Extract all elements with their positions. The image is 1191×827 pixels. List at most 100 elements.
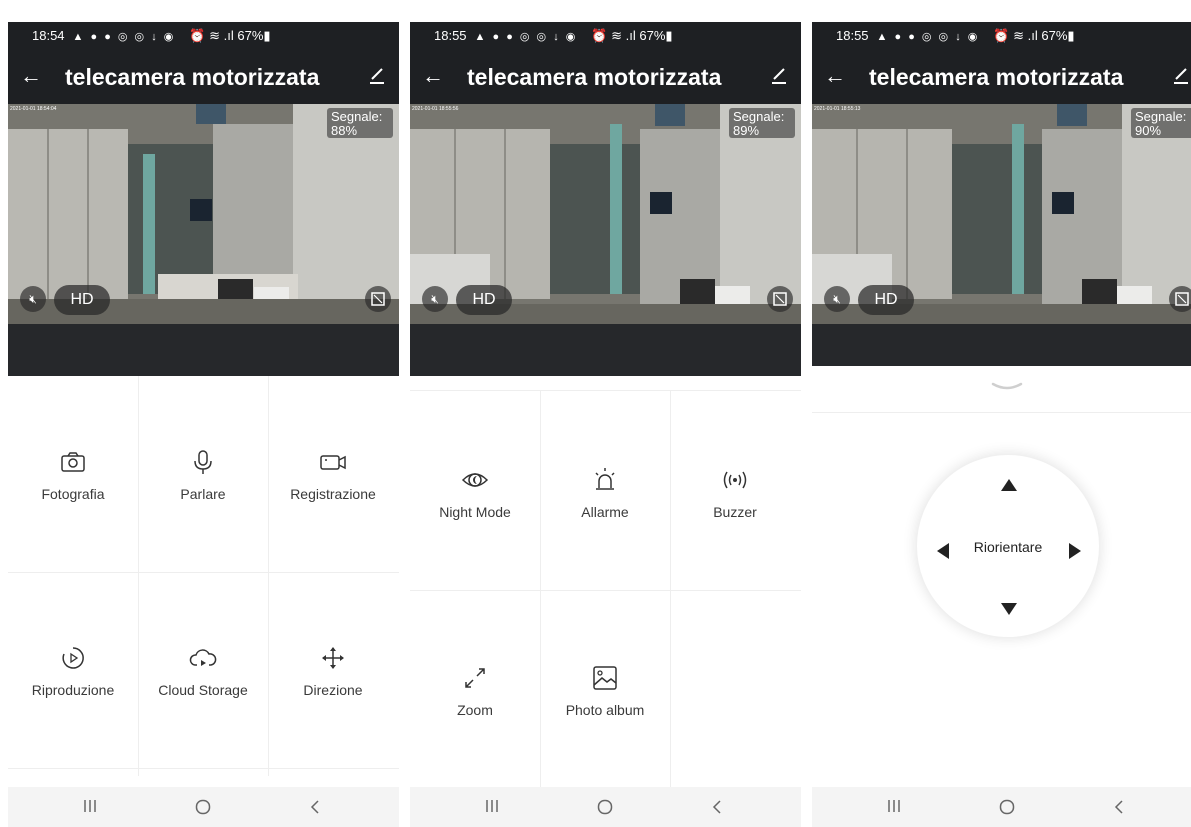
page-title: telecamera motorizzata (65, 64, 320, 90)
control-label: Night Mode (439, 504, 511, 520)
control-label: Buzzer (713, 504, 757, 520)
microphone-icon (189, 448, 217, 476)
grid-divider (138, 376, 139, 776)
control-label: Registrazione (290, 486, 376, 502)
hd-quality-button[interactable]: HD (456, 285, 512, 315)
control-grid: Night Mode Allarme Buzzer Zoom Photo alb… (410, 376, 801, 787)
camera-live-view[interactable]: 2021-01-01 18:55:13 Segnale: 90% 🔇︎ HD (812, 104, 1191, 324)
ptz-direction-pad: Riorientare (916, 454, 1100, 638)
control-photo-album[interactable]: Photo album (540, 664, 670, 718)
arrow-up-icon[interactable] (997, 473, 1021, 497)
control-buzzer[interactable]: Buzzer (670, 466, 800, 520)
back-arrow-icon[interactable]: ← (20, 62, 42, 90)
panel-divider (812, 412, 1191, 413)
video-bottom-strip (8, 324, 399, 376)
status-bar: 18:55 ▲ ● ● ◎ ◎ ↓ ◉ ⏰ ≋ .ıl 67%▮ (410, 22, 801, 50)
direction-icon (319, 644, 347, 672)
control-direzione[interactable]: Direzione (268, 644, 398, 698)
recent-apps-icon[interactable] (472, 787, 512, 827)
control-allarme[interactable]: Allarme (540, 466, 670, 520)
signal-text: Segnale: 89% (733, 109, 785, 138)
playback-icon (59, 644, 87, 672)
control-parlare[interactable]: Parlare (138, 448, 268, 502)
battery-status: ⏰ ≋ .ıl 67%▮ (993, 28, 1075, 43)
control-label: Parlare (180, 486, 226, 502)
video-timestamp: 2021-01-01 18:55:13 (814, 106, 861, 112)
android-nav-bar (812, 787, 1191, 827)
signal-text: Segnale: 88% (331, 109, 383, 138)
status-icons: ▲ ● ● ◎ ◎ ↓ ◉ (474, 31, 578, 43)
photo-album-icon (591, 664, 619, 692)
alarm-icon (591, 466, 619, 494)
fullscreen-icon[interactable] (767, 286, 793, 312)
control-label: Riproduzione (31, 682, 115, 698)
status-time: 18:55 (434, 28, 467, 43)
control-fotografia[interactable]: Fotografia (8, 448, 138, 502)
nav-back-icon[interactable] (295, 787, 335, 827)
control-night-mode[interactable]: Night Mode (410, 466, 540, 520)
control-grid: Fotografia Parlare Registrazione Riprodu… (8, 376, 399, 787)
status-icons: ▲ ● ● ◎ ◎ ↓ ◉ (72, 31, 176, 43)
control-label: Direzione (303, 682, 363, 698)
signal-strength: Segnale: 90% (1131, 108, 1191, 138)
fullscreen-icon[interactable] (1169, 286, 1191, 312)
video-bottom-strip (812, 324, 1191, 366)
recent-apps-icon[interactable] (874, 787, 914, 827)
buzzer-icon (721, 466, 749, 494)
phone-screen-1: 18:54 ▲ ● ● ◎ ◎ ↓ ◉ ⏰ ≋ .ıl 67%▮ ← telecam… (8, 0, 399, 827)
hd-quality-button[interactable]: HD (54, 285, 110, 315)
app-header: ← telecamera motorizzata (410, 50, 801, 104)
camera-live-view[interactable]: 2021-01-01 18:55:56 Segnale: 89% 🔇︎ HD (410, 104, 801, 324)
recent-apps-icon[interactable] (70, 787, 110, 827)
grid-divider (8, 768, 399, 769)
video-bottom-strip (410, 324, 801, 376)
speaker-mute-icon[interactable]: 🔇︎ (20, 286, 46, 312)
status-icons: ▲ ● ● ◎ ◎ ↓ ◉ (876, 31, 980, 43)
video-timestamp: 2021-01-01 18:55:56 (412, 106, 459, 112)
nav-back-icon[interactable] (697, 787, 737, 827)
control-label: Zoom (457, 702, 493, 718)
control-zoom[interactable]: Zoom (410, 664, 540, 718)
android-nav-bar (8, 787, 399, 827)
battery-status: ⏰ ≋ .ıl 67%▮ (591, 28, 673, 43)
home-icon[interactable] (183, 787, 223, 827)
camera-icon (59, 448, 87, 476)
hd-quality-button[interactable]: HD (858, 285, 914, 315)
signal-strength: Segnale: 89% (729, 108, 795, 138)
nav-back-icon[interactable] (1099, 787, 1139, 827)
phone-screen-2: 18:55 ▲ ● ● ◎ ◎ ↓ ◉ ⏰ ≋ .ıl 67%▮ ← telecam… (410, 0, 801, 827)
edit-pencil-icon[interactable] (771, 66, 787, 84)
grid-divider (410, 590, 801, 591)
signal-text: Segnale: 90% (1135, 109, 1187, 138)
control-label: Fotografia (41, 486, 105, 502)
home-icon[interactable] (987, 787, 1027, 827)
control-cloud-storage[interactable]: Cloud Storage (138, 644, 268, 698)
android-nav-bar (410, 787, 801, 827)
control-registrazione[interactable]: Registrazione (268, 448, 398, 502)
collapse-chevron-icon[interactable] (987, 378, 1027, 398)
back-arrow-icon[interactable]: ← (824, 62, 846, 90)
status-bar: 18:54 ▲ ● ● ◎ ◎ ↓ ◉ ⏰ ≋ .ıl 67%▮ (8, 22, 399, 50)
grid-divider (410, 390, 801, 391)
speaker-mute-icon[interactable]: 🔇︎ (422, 286, 448, 312)
edit-pencil-icon[interactable] (1173, 66, 1189, 84)
status-bar: 18:55 ▲ ● ● ◎ ◎ ↓ ◉ ⏰ ≋ .ıl 67%▮ (812, 22, 1191, 50)
zoom-icon (461, 664, 489, 692)
arrow-down-icon[interactable] (997, 597, 1021, 621)
page-title: telecamera motorizzata (869, 64, 1124, 90)
grid-divider (540, 390, 541, 787)
control-riproduzione[interactable]: Riproduzione (8, 644, 138, 698)
status-time: 18:55 (836, 28, 869, 43)
grid-divider (670, 390, 671, 787)
camera-live-view[interactable]: 2021-01-01 18:54:04 Segnale: 88% 🔇︎ HD (8, 104, 399, 324)
home-icon[interactable] (585, 787, 625, 827)
video-record-icon (319, 448, 347, 476)
edit-pencil-icon[interactable] (369, 66, 385, 84)
back-arrow-icon[interactable]: ← (422, 62, 444, 90)
fullscreen-icon[interactable] (365, 286, 391, 312)
reorient-button[interactable]: Riorientare (917, 539, 1099, 555)
grid-divider (8, 572, 399, 573)
control-label: Photo album (565, 702, 645, 718)
phone-screen-3: 18:55 ▲ ● ● ◎ ◎ ↓ ◉ ⏰ ≋ .ıl 67%▮ ← telecam… (812, 0, 1191, 827)
speaker-mute-icon[interactable]: 🔇︎ (824, 286, 850, 312)
